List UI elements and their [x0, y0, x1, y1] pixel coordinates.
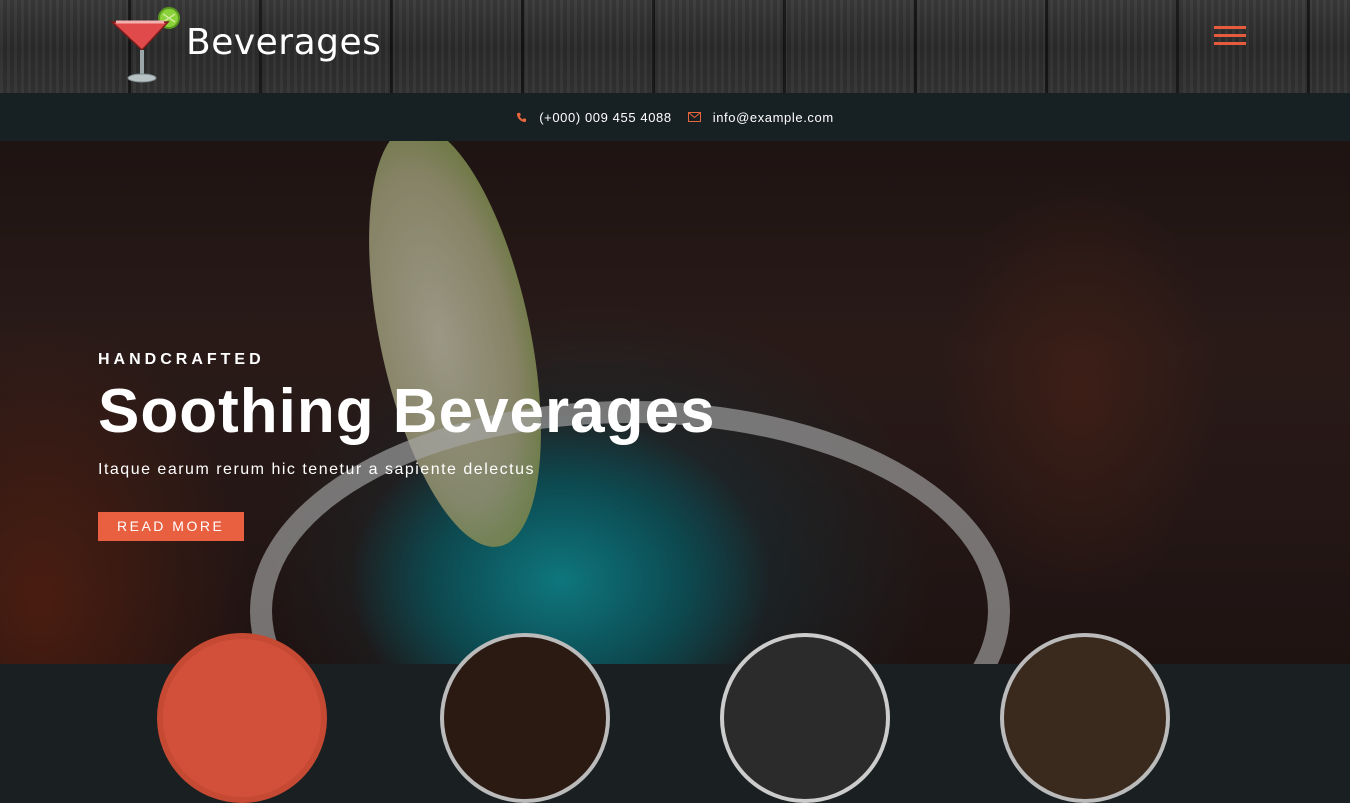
hero-banner: HANDCRAFTED Soothing Beverages Itaque ea…: [0, 141, 1350, 664]
menu-bar: [1214, 26, 1246, 29]
phone-contact[interactable]: (+000) 009 455 4088: [516, 110, 671, 125]
menu-bar: [1214, 34, 1246, 37]
feature-circle[interactable]: [440, 633, 610, 803]
hero-subtitle: Itaque earum rerum hic tenetur a sapient…: [98, 461, 535, 478]
contact-bar: (+000) 009 455 4088 info@example.com: [0, 93, 1350, 141]
envelope-icon: [687, 112, 701, 122]
feature-circle[interactable]: [157, 633, 327, 803]
menu-toggle-icon[interactable]: [1214, 26, 1246, 46]
email-address: info@example.com: [712, 109, 834, 125]
cocktail-glass-icon: [110, 7, 180, 83]
hero-title: Soothing Beverages: [98, 377, 716, 446]
feature-circle[interactable]: [720, 633, 890, 803]
hero-eyebrow: HANDCRAFTED: [98, 351, 265, 368]
brand-logo-link[interactable]: Beverages: [108, 6, 381, 86]
site-header: Beverages: [0, 0, 1350, 93]
feature-circle[interactable]: [1000, 633, 1170, 803]
phone-icon: [516, 112, 527, 123]
phone-number: (+000) 009 455 4088: [539, 109, 672, 125]
brand-name: Beverages: [186, 22, 382, 63]
hero-content: HANDCRAFTED Soothing Beverages Itaque ea…: [98, 351, 715, 541]
email-contact[interactable]: info@example.com: [687, 109, 834, 125]
read-more-button[interactable]: READ MORE: [98, 512, 245, 541]
menu-bar: [1214, 42, 1246, 45]
